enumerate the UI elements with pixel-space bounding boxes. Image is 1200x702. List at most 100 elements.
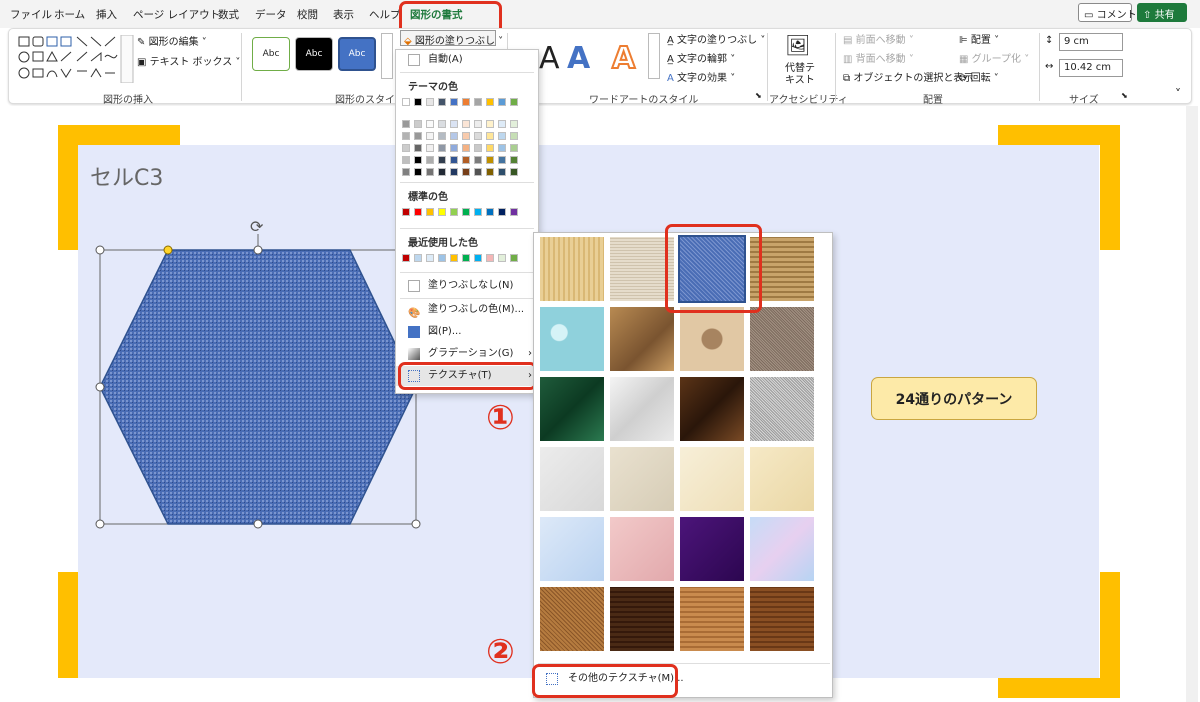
color-swatch[interactable] — [438, 254, 446, 262]
color-swatch[interactable] — [402, 98, 410, 106]
tab-file[interactable]: ファイル — [10, 7, 52, 22]
shade-swatch[interactable] — [486, 156, 494, 164]
wordart-gallery-scroll[interactable] — [648, 33, 660, 79]
texture-water-droplets[interactable] — [540, 307, 604, 371]
color-swatch[interactable] — [486, 254, 494, 262]
shade-swatch[interactable] — [414, 132, 422, 140]
color-swatch[interactable] — [426, 254, 434, 262]
shade-swatch[interactable] — [450, 120, 458, 128]
color-swatch[interactable] — [510, 254, 518, 262]
shade-swatch[interactable] — [498, 120, 506, 128]
send-backward-button[interactable]: ▥ 背面へ移動 ˅ — [843, 50, 914, 65]
shade-swatch[interactable] — [438, 168, 446, 176]
shade-swatch[interactable] — [414, 120, 422, 128]
texture-white-marble[interactable] — [610, 377, 674, 441]
text-outline-button[interactable]: A̲ 文字の輪郭 ˅ — [667, 50, 735, 65]
shade-swatch[interactable] — [438, 156, 446, 164]
texture-oak[interactable] — [680, 587, 744, 651]
wordart-style-plain[interactable]: A — [539, 41, 560, 76]
shade-swatch[interactable] — [510, 144, 518, 152]
wordart-style-orange-outline[interactable]: A — [611, 40, 636, 77]
color-swatch[interactable] — [462, 254, 470, 262]
color-swatch[interactable] — [438, 208, 446, 216]
color-swatch[interactable] — [414, 98, 422, 106]
shade-swatch[interactable] — [486, 168, 494, 176]
texture-walnut[interactable] — [610, 587, 674, 651]
dialog-launcher-icon[interactable]: ⬊ — [755, 91, 762, 100]
collapse-ribbon-chevron-icon[interactable]: ˅ — [1175, 87, 1181, 101]
texture-parchment[interactable] — [680, 447, 744, 511]
shade-swatch[interactable] — [474, 156, 482, 164]
tab-data[interactable]: データ — [255, 7, 287, 22]
texture-pink-tissue-paper[interactable] — [610, 517, 674, 581]
tab-view[interactable]: 表示 — [333, 7, 354, 22]
shade-swatch[interactable] — [426, 120, 434, 128]
color-swatch[interactable] — [426, 98, 434, 106]
shade-swatch[interactable] — [474, 120, 482, 128]
rotation-handle-icon[interactable]: ⟳ — [250, 217, 264, 236]
comment-button[interactable]: ▭ コメント — [1078, 3, 1137, 22]
style-sample-blue[interactable]: Abc — [338, 37, 376, 71]
align-button[interactable]: ⊫ 配置 ˅ — [959, 31, 999, 46]
texture-papyrus[interactable] — [540, 237, 604, 301]
shade-swatch[interactable] — [402, 168, 410, 176]
shade-swatch[interactable] — [474, 132, 482, 140]
color-swatch[interactable] — [426, 208, 434, 216]
texture-stationery[interactable] — [750, 447, 814, 511]
texture-paper-bag[interactable] — [610, 307, 674, 371]
shade-swatch[interactable] — [414, 144, 422, 152]
shade-swatch[interactable] — [474, 144, 482, 152]
color-swatch[interactable] — [450, 208, 458, 216]
color-swatch[interactable] — [414, 208, 422, 216]
shade-swatch[interactable] — [462, 144, 470, 152]
hexagon-shape[interactable]: ⟳ — [90, 212, 430, 542]
shade-swatch[interactable] — [450, 144, 458, 152]
shade-swatch[interactable] — [450, 132, 458, 140]
tab-home[interactable]: ホーム — [54, 7, 85, 22]
shade-swatch[interactable] — [438, 144, 446, 152]
shade-swatch[interactable] — [414, 168, 422, 176]
shade-swatch[interactable] — [426, 168, 434, 176]
shade-swatch[interactable] — [402, 120, 410, 128]
shade-swatch[interactable] — [438, 120, 446, 128]
shade-swatch[interactable] — [510, 156, 518, 164]
tab-formulas[interactable]: 数式 — [218, 7, 239, 22]
texture-fish-fossil[interactable] — [680, 307, 744, 371]
color-swatch[interactable] — [510, 98, 518, 106]
color-swatch[interactable] — [486, 98, 494, 106]
alt-text-button-line2[interactable]: キスト — [785, 71, 815, 86]
picture-fill-item[interactable]: 図(P)... — [396, 322, 538, 342]
shade-swatch[interactable] — [450, 168, 458, 176]
color-swatch[interactable] — [462, 208, 470, 216]
width-field[interactable]: 10.42 cm — [1059, 59, 1123, 77]
color-swatch[interactable] — [438, 98, 446, 106]
size-dialog-launcher-icon[interactable]: ⬊ — [1121, 91, 1128, 100]
rotate-button[interactable]: ⟳ 回転 ˅ — [959, 69, 999, 84]
shade-swatch[interactable] — [462, 132, 470, 140]
shade-swatch[interactable] — [498, 168, 506, 176]
texture-medium-wood[interactable] — [750, 587, 814, 651]
text-effects-button[interactable]: A 文字の効果 ˅ — [667, 69, 735, 84]
color-swatch[interactable] — [498, 208, 506, 216]
wordart-style-blue[interactable]: A — [567, 41, 590, 76]
texture-newsprint[interactable] — [540, 447, 604, 511]
bring-forward-button[interactable]: ▤ 前面へ移動 ˅ — [843, 31, 914, 46]
color-swatch[interactable] — [498, 254, 506, 262]
shade-swatch[interactable] — [498, 156, 506, 164]
color-swatch[interactable] — [474, 208, 482, 216]
color-swatch[interactable] — [402, 208, 410, 216]
shade-swatch[interactable] — [486, 132, 494, 140]
share-button[interactable]: ⇧ 共有 — [1137, 3, 1187, 22]
style-sample-black[interactable]: Abc — [295, 37, 333, 71]
texture-brown-marble[interactable] — [680, 377, 744, 441]
color-swatch[interactable] — [474, 98, 482, 106]
shade-swatch[interactable] — [438, 132, 446, 140]
style-gallery-scroll[interactable] — [381, 33, 393, 79]
shade-swatch[interactable] — [414, 156, 422, 164]
shade-swatch[interactable] — [510, 132, 518, 140]
selection-pane-button[interactable]: ⧉ オブジェクトの選択と表示 — [843, 69, 973, 84]
shade-swatch[interactable] — [402, 132, 410, 140]
text-fill-button[interactable]: A̲ 文字の塗りつぶし ˅ — [667, 31, 765, 46]
texture-recycled-paper[interactable] — [610, 447, 674, 511]
shade-swatch[interactable] — [462, 168, 470, 176]
